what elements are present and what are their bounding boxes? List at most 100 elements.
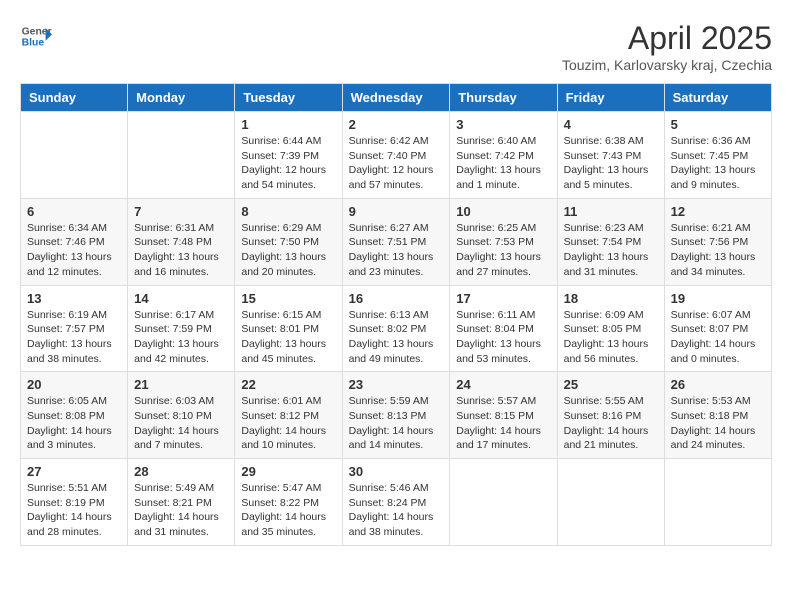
svg-text:Blue: Blue	[22, 38, 45, 49]
day-info: Sunrise: 6:09 AM Sunset: 8:05 PM Dayligh…	[564, 308, 658, 367]
day-number: 25	[564, 377, 658, 392]
calendar-cell: 24Sunrise: 5:57 AM Sunset: 8:15 PM Dayli…	[450, 372, 557, 459]
month-title: April 2025	[562, 20, 772, 57]
day-info: Sunrise: 6:21 AM Sunset: 7:56 PM Dayligh…	[671, 221, 765, 280]
day-number: 21	[134, 377, 228, 392]
day-info: Sunrise: 6:15 AM Sunset: 8:01 PM Dayligh…	[241, 308, 335, 367]
calendar-cell: 10 Sunrise: 6:25 AM Sunset: 7:53 PM Dayli…	[450, 198, 557, 285]
day-info: Sunrise: 6:13 AM Sunset: 8:02 PM Dayligh…	[349, 308, 444, 367]
day-number: 2	[349, 117, 444, 132]
day-info: Sunrise: 6:42 AM Sunset: 7:40 PM Dayligh…	[349, 134, 444, 193]
weekday-header-wednesday: Wednesday	[342, 84, 450, 112]
calendar-cell: 26 Sunrise: 5:53 AM Sunset: 8:18 PM Dayli…	[664, 372, 771, 459]
week-row-3: 13 Sunrise: 6:19 AM Sunset: 7:57 PM Dayli…	[21, 285, 772, 372]
day-info: Sunrise: 6:23 AM Sunset: 7:54 PM Dayligh…	[564, 221, 658, 280]
day-number: 28	[134, 464, 228, 479]
calendar-cell: 18Sunrise: 6:09 AM Sunset: 8:05 PM Dayli…	[557, 285, 664, 372]
week-row-4: 20 Sunrise: 6:05 AM Sunset: 8:08 PM Dayli…	[21, 372, 772, 459]
day-number: 15	[241, 291, 335, 306]
calendar-cell: 21 Sunrise: 6:03 AM Sunset: 8:10 PM Dayli…	[128, 372, 235, 459]
day-info: Sunrise: 6:29 AM Sunset: 7:50 PM Dayligh…	[241, 221, 335, 280]
day-info: Sunrise: 5:47 AM Sunset: 8:22 PM Dayligh…	[241, 481, 335, 540]
calendar-cell: 9Sunrise: 6:27 AM Sunset: 7:51 PM Daylig…	[342, 198, 450, 285]
calendar-cell: 3 Sunrise: 6:40 AM Sunset: 7:42 PM Daylig…	[450, 112, 557, 199]
calendar-cell: 2 Sunrise: 6:42 AM Sunset: 7:40 PM Daylig…	[342, 112, 450, 199]
day-info: Sunrise: 6:40 AM Sunset: 7:42 PM Dayligh…	[456, 134, 550, 193]
location-subtitle: Touzim, Karlovarsky kraj, Czechia	[562, 57, 772, 73]
day-info: Sunrise: 6:03 AM Sunset: 8:10 PM Dayligh…	[134, 394, 228, 453]
calendar-cell: 20 Sunrise: 6:05 AM Sunset: 8:08 PM Dayli…	[21, 372, 128, 459]
day-number: 7	[134, 204, 228, 219]
day-number: 16	[349, 291, 444, 306]
weekday-header-monday: Monday	[128, 84, 235, 112]
calendar-cell: 22Sunrise: 6:01 AM Sunset: 8:12 PM Dayli…	[235, 372, 342, 459]
logo-icon: General Blue	[20, 20, 52, 52]
day-info: Sunrise: 6:17 AM Sunset: 7:59 PM Dayligh…	[134, 308, 228, 367]
calendar-cell: 17Sunrise: 6:11 AM Sunset: 8:04 PM Dayli…	[450, 285, 557, 372]
week-row-5: 27 Sunrise: 5:51 AM Sunset: 8:19 PM Dayli…	[21, 459, 772, 546]
day-info: Sunrise: 6:25 AM Sunset: 7:53 PM Dayligh…	[456, 221, 550, 280]
calendar-cell: 14 Sunrise: 6:17 AM Sunset: 7:59 PM Dayli…	[128, 285, 235, 372]
day-info: Sunrise: 5:49 AM Sunset: 8:21 PM Dayligh…	[134, 481, 228, 540]
day-number: 10	[456, 204, 550, 219]
calendar-cell: 13 Sunrise: 6:19 AM Sunset: 7:57 PM Dayli…	[21, 285, 128, 372]
weekday-header-friday: Friday	[557, 84, 664, 112]
weekday-header-sunday: Sunday	[21, 84, 128, 112]
calendar-cell: 1 Sunrise: 6:44 AM Sunset: 7:39 PM Daylig…	[235, 112, 342, 199]
day-number: 3	[456, 117, 550, 132]
day-number: 30	[349, 464, 444, 479]
day-info: Sunrise: 5:57 AM Sunset: 8:15 PM Dayligh…	[456, 394, 550, 453]
day-number: 6	[27, 204, 121, 219]
day-number: 1	[241, 117, 335, 132]
calendar-cell: 30 Sunrise: 5:46 AM Sunset: 8:24 PM Dayli…	[342, 459, 450, 546]
calendar-cell	[21, 112, 128, 199]
calendar-cell: 25 Sunrise: 5:55 AM Sunset: 8:16 PM Dayli…	[557, 372, 664, 459]
calendar-cell: 8 Sunrise: 6:29 AM Sunset: 7:50 PM Daylig…	[235, 198, 342, 285]
day-number: 14	[134, 291, 228, 306]
day-info: Sunrise: 5:59 AM Sunset: 8:13 PM Dayligh…	[349, 394, 444, 453]
calendar-cell: 23 Sunrise: 5:59 AM Sunset: 8:13 PM Dayli…	[342, 372, 450, 459]
day-number: 19	[671, 291, 765, 306]
weekday-header-row: SundayMondayTuesdayWednesdayThursdayFrid…	[21, 84, 772, 112]
title-block: April 2025 Touzim, Karlovarsky kraj, Cze…	[562, 20, 772, 73]
week-row-2: 6 Sunrise: 6:34 AM Sunset: 7:46 PM Daylig…	[21, 198, 772, 285]
calendar-cell	[450, 459, 557, 546]
day-number: 4	[564, 117, 658, 132]
day-info: Sunrise: 5:53 AM Sunset: 8:18 PM Dayligh…	[671, 394, 765, 453]
weekday-header-tuesday: Tuesday	[235, 84, 342, 112]
day-info: Sunrise: 6:36 AM Sunset: 7:45 PM Dayligh…	[671, 134, 765, 193]
calendar-cell	[128, 112, 235, 199]
day-info: Sunrise: 5:51 AM Sunset: 8:19 PM Dayligh…	[27, 481, 121, 540]
calendar-cell: 7 Sunrise: 6:31 AM Sunset: 7:48 PM Daylig…	[128, 198, 235, 285]
day-number: 11	[564, 204, 658, 219]
day-info: Sunrise: 6:19 AM Sunset: 7:57 PM Dayligh…	[27, 308, 121, 367]
day-number: 12	[671, 204, 765, 219]
day-info: Sunrise: 5:55 AM Sunset: 8:16 PM Dayligh…	[564, 394, 658, 453]
weekday-header-saturday: Saturday	[664, 84, 771, 112]
day-number: 5	[671, 117, 765, 132]
calendar-cell: 11 Sunrise: 6:23 AM Sunset: 7:54 PM Dayli…	[557, 198, 664, 285]
day-number: 13	[27, 291, 121, 306]
day-number: 26	[671, 377, 765, 392]
day-info: Sunrise: 6:34 AM Sunset: 7:46 PM Dayligh…	[27, 221, 121, 280]
calendar-cell: 4 Sunrise: 6:38 AM Sunset: 7:43 PM Daylig…	[557, 112, 664, 199]
day-number: 9	[349, 204, 444, 219]
day-info: Sunrise: 6:38 AM Sunset: 7:43 PM Dayligh…	[564, 134, 658, 193]
logo: General Blue	[20, 20, 56, 52]
day-number: 27	[27, 464, 121, 479]
calendar-cell: 27 Sunrise: 5:51 AM Sunset: 8:19 PM Dayli…	[21, 459, 128, 546]
calendar-cell: 19 Sunrise: 6:07 AM Sunset: 8:07 PM Dayli…	[664, 285, 771, 372]
day-info: Sunrise: 6:44 AM Sunset: 7:39 PM Dayligh…	[241, 134, 335, 193]
day-info: Sunrise: 6:07 AM Sunset: 8:07 PM Dayligh…	[671, 308, 765, 367]
day-info: Sunrise: 6:05 AM Sunset: 8:08 PM Dayligh…	[27, 394, 121, 453]
day-info: Sunrise: 6:11 AM Sunset: 8:04 PM Dayligh…	[456, 308, 550, 367]
calendar-table: SundayMondayTuesdayWednesdayThursdayFrid…	[20, 83, 772, 546]
calendar-cell: 12 Sunrise: 6:21 AM Sunset: 7:56 PM Dayli…	[664, 198, 771, 285]
calendar-cell	[557, 459, 664, 546]
day-number: 8	[241, 204, 335, 219]
day-number: 23	[349, 377, 444, 392]
calendar-cell: 16 Sunrise: 6:13 AM Sunset: 8:02 PM Dayli…	[342, 285, 450, 372]
day-number: 20	[27, 377, 121, 392]
day-info: Sunrise: 6:31 AM Sunset: 7:48 PM Dayligh…	[134, 221, 228, 280]
day-info: Sunrise: 5:46 AM Sunset: 8:24 PM Dayligh…	[349, 481, 444, 540]
